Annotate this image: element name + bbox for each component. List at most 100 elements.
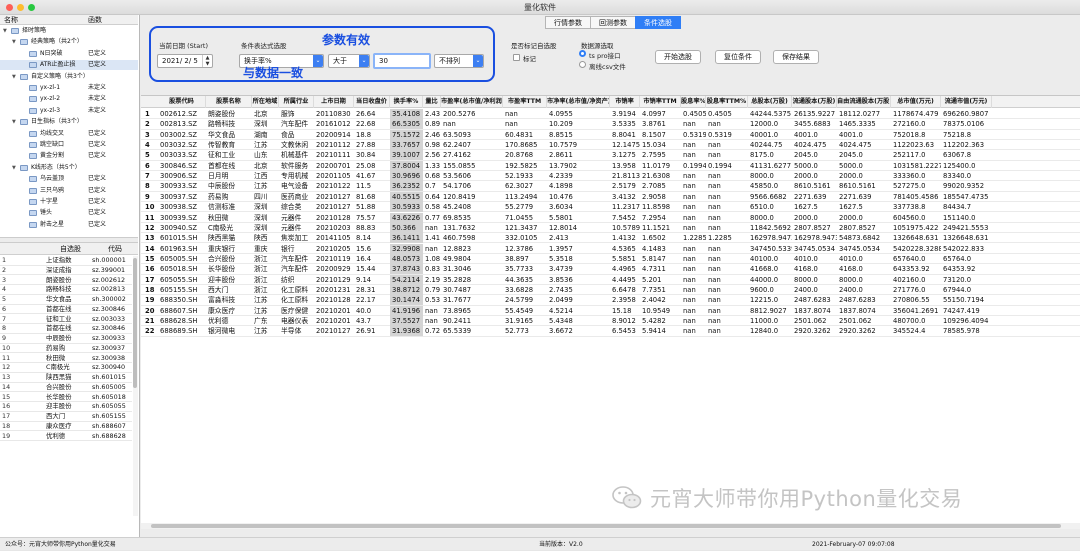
watchlist-row[interactable]: 1 上证指数 sh.000001: [0, 256, 132, 266]
expand-arrow-icon[interactable]: ▼: [12, 117, 16, 127]
table-row[interactable]: 5 003033.SZ 征和工业 山东 机械基件 20210111 30.84 39.1007…: [141, 150, 1080, 161]
tree-item[interactable]: ▼ 经典策略（共2个）: [0, 37, 138, 47]
column-header[interactable]: 上市日期: [314, 96, 354, 108]
watchlist-row[interactable]: 11 秋田微 sz.300938: [0, 354, 132, 364]
reset-condition-button[interactable]: 复位条件: [715, 50, 761, 64]
tree-item[interactable]: yx-zl-3 未定义: [0, 106, 138, 116]
column-header[interactable]: 股息率TTM%: [706, 96, 748, 108]
watchlist-row[interactable]: 13 陕西黑猫 sh.601015: [0, 373, 132, 383]
table-row[interactable]: 18 605155.SH 西大门 浙江 化工原料 20201231 28.31 38.8712…: [141, 284, 1080, 296]
watchlist-row[interactable]: 18 康众医疗 sh.688607: [0, 422, 132, 432]
table-row[interactable]: 14 601963.SH 重庆银行 重庆 银行 20210205 15.6 32.9908 na…: [141, 243, 1080, 254]
watchlist-row[interactable]: 4 路畅科技 sz.002813: [0, 285, 132, 295]
table-row[interactable]: 8 300933.SZ 中辰股份 江苏 电气设备 20210122 11.5 36.2352 0…: [141, 181, 1080, 192]
close-window-button[interactable]: [6, 4, 13, 11]
tree-item[interactable]: ATR止盈止损 已定义: [0, 60, 138, 71]
column-header[interactable]: 市销率: [610, 96, 640, 108]
tree-item[interactable]: 锤头 已定义: [0, 208, 138, 218]
tree-item[interactable]: ▼ K线形态（共5个）: [0, 163, 138, 173]
table-row[interactable]: 9 300937.SZ 药易购 四川 医药商业 20210127 81.68 40.5515 0…: [141, 191, 1080, 203]
column-header[interactable]: 流通市值(万元): [941, 96, 992, 108]
column-header[interactable]: 量比: [423, 96, 441, 108]
watchlist-row[interactable]: 3 朗姿股份 sz.002612: [0, 276, 132, 286]
table-row[interactable]: 15 605005.SH 合兴股份 浙江 汽车配件 20210119 16.4 48.0573…: [141, 253, 1080, 265]
watchlist-row[interactable]: 8 首都在线 sz.300846: [0, 324, 132, 334]
column-header[interactable]: 市净率(总市值/净资产): [547, 96, 610, 108]
column-header[interactable]: 流通股本(万股): [792, 96, 837, 108]
table-row[interactable]: 16 605018.SH 长华股份 浙江 汽车配件 20200929 15.44 37.874…: [141, 264, 1080, 275]
watchlist-row[interactable]: 6 首都在线 sz.300846: [0, 305, 132, 315]
tree-item[interactable]: N日突破 已定义: [0, 49, 138, 59]
column-header[interactable]: 市盈率TTM: [503, 96, 547, 108]
tree-header-name[interactable]: 名称: [4, 15, 18, 25]
table-row[interactable]: 21 688628.SH 优利德 广东 电器仪表 20210201 43.7 37.5527 n…: [141, 316, 1080, 327]
table-horizontal-scrollbar[interactable]: [141, 523, 1080, 529]
watchlist-row[interactable]: 17 西大门 sh.605155: [0, 412, 132, 422]
table-row[interactable]: 10 300938.SZ 信测标准 深圳 综合类 20210127 51.88 30.5933…: [141, 202, 1080, 213]
tree-item[interactable]: 均线交叉 已定义: [0, 129, 138, 139]
tree-item[interactable]: 乌云盖顶 已定义: [0, 174, 138, 184]
tab-market-params[interactable]: 行情参数: [545, 16, 591, 29]
watchlist-row[interactable]: 12 C南极光 sz.300940: [0, 363, 132, 373]
expand-arrow-icon[interactable]: ▼: [12, 37, 16, 47]
table-scroll-thumb[interactable]: [151, 524, 1061, 528]
watchlist-row[interactable]: 15 长华股份 sh.605018: [0, 393, 132, 403]
strategy-tree[interactable]: ▼ 择时策略 ▼ 经典策略（共2个） N日突破 已定义 ATR止盈止损 已定义 ▼ 自定义策略（共…: [0, 26, 138, 231]
column-header[interactable]: 当日收盘价: [354, 96, 390, 108]
minimize-window-button[interactable]: [17, 4, 24, 11]
column-header[interactable]: 股票代码: [158, 96, 206, 108]
column-header[interactable]: 股息率%: [681, 96, 706, 108]
tree-item[interactable]: 射击之星 已定义: [0, 220, 138, 230]
zoom-window-button[interactable]: [28, 4, 35, 11]
watchlist-row[interactable]: 5 华文食品 sh.300002: [0, 295, 132, 305]
table-row[interactable]: 3 003002.SZ 华文食品 湖南 食品 20200914 18.8 75.1572 2.4…: [141, 129, 1080, 140]
table-row[interactable]: 13 601015.SH 陕西黑猫 陕西 焦炭加工 20141105 8.14 36.1411…: [141, 233, 1080, 244]
tree-item[interactable]: ▼ 自定义策略（共3个）: [0, 72, 138, 82]
table-row[interactable]: 19 688350.SH 富淼科技 江苏 化工原料 20210128 22.17 30.147…: [141, 295, 1080, 306]
expand-arrow-icon[interactable]: ▼: [3, 26, 7, 36]
watchlist-row[interactable]: 14 合兴股份 sh.605005: [0, 383, 132, 393]
tree-item[interactable]: 十字星 已定义: [0, 197, 138, 207]
column-header[interactable]: 市盈率(总市值/净利润): [441, 96, 503, 108]
tab-condition-select[interactable]: 条件选股: [635, 16, 681, 29]
watchlist-row[interactable]: 2 深证成指 sz.399001: [0, 266, 132, 276]
tree-item[interactable]: ▼ 择时策略: [0, 26, 138, 36]
watchlist-row[interactable]: 10 药易购 sz.300937: [0, 344, 132, 354]
watchlist-row[interactable]: 9 中辰股份 sz.300933: [0, 334, 132, 344]
tab-backtest-params[interactable]: 回测参数: [590, 16, 636, 29]
table-row[interactable]: 4 003032.SZ 传智教育 江苏 文教休闲 20210112 27.88 33.7657…: [141, 140, 1080, 151]
table-row[interactable]: 2 002813.SZ 路畅科技 深圳 汽车配件 20161012 22.68 66.5305…: [141, 119, 1080, 130]
table-row[interactable]: 20 688607.SH 康众医疗 江苏 医疗保健 20210201 40.0 41.9196…: [141, 305, 1080, 316]
tree-item[interactable]: 黄金分割 已定义: [0, 151, 138, 161]
save-result-button[interactable]: 保存结果: [773, 50, 819, 64]
column-header[interactable]: 自由流通股本(万股): [837, 96, 891, 108]
watchlist-row[interactable]: 7 征和工业 sz.003033: [0, 315, 132, 325]
table-row[interactable]: 1 002612.SZ 朗姿股份 北京 服饰 20110830 26.64 35.4108 2.…: [141, 109, 1080, 120]
expand-arrow-icon[interactable]: ▼: [12, 163, 16, 173]
tree-header-func[interactable]: 函数: [88, 15, 102, 25]
tree-item[interactable]: yx-zl-2 未定义: [0, 94, 138, 104]
table-row[interactable]: 7 300906.SZ 日月明 江西 专用机械 20201105 41.67 30.9696 0…: [141, 171, 1080, 182]
start-select-button[interactable]: 开始选股: [655, 50, 701, 64]
watchlist-scrollbar[interactable]: [133, 256, 138, 516]
expand-arrow-icon[interactable]: ▼: [12, 72, 16, 82]
watchlist-row[interactable]: 19 优利德 sh.688628: [0, 432, 132, 442]
watchlist-header-name[interactable]: 自选股: [60, 243, 81, 255]
column-header[interactable]: 总市值(万元): [891, 96, 941, 108]
table-row[interactable]: 11 300939.SZ 秋田微 深圳 元器件 20210128 75.57 43.6226 0…: [141, 212, 1080, 223]
radio-offline-csv[interactable]: [579, 61, 586, 68]
column-header[interactable]: 所在地域: [252, 96, 279, 108]
tree-item[interactable]: 跳空缺口 已定义: [0, 140, 138, 150]
table-row[interactable]: 17 605055.SH 迎丰股份 浙江 纺织 20210129 9.14 54.2114 2.…: [141, 274, 1080, 285]
column-header[interactable]: 股票名称: [206, 96, 252, 108]
tree-item[interactable]: yx-zl-1 未定义: [0, 83, 138, 93]
radio-ts-pro[interactable]: [579, 50, 586, 57]
column-header[interactable]: 市销率TTM: [640, 96, 681, 108]
watchlist-header-code[interactable]: 代码: [108, 243, 122, 255]
watchlist-scroll-thumb[interactable]: [133, 258, 137, 388]
watchlist-row[interactable]: 16 迎丰股份 sh.605055: [0, 402, 132, 412]
table-row[interactable]: 12 300940.SZ C南极光 深圳 元器件 20210203 88.83 50.366 n…: [141, 222, 1080, 234]
tree-item[interactable]: ▼ 日生指标（共3个）: [0, 117, 138, 127]
tree-item[interactable]: 三只乌鸦 已定义: [0, 186, 138, 196]
column-header[interactable]: 换手率%: [390, 96, 423, 108]
